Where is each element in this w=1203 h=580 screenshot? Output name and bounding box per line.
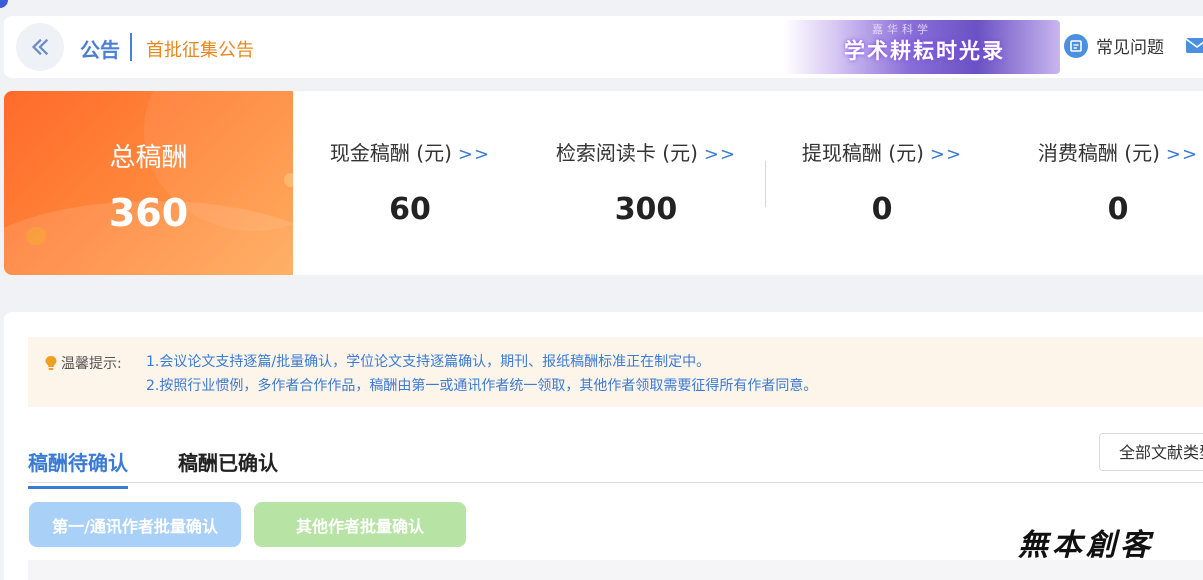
batch-confirm-first-author-button[interactable]: 第一/通讯作者批量确认 bbox=[29, 502, 241, 547]
document-type-select[interactable]: 全部文献类型 bbox=[1099, 433, 1203, 471]
consumed-royalty-label: 消费稿酬 (元) bbox=[1037, 141, 1160, 165]
reading-card-stat: 检索阅读卡 (元) >> 300 bbox=[536, 137, 756, 227]
tips-notice: 温馨提示: 1.会议论文支持逐篇/批量确认，学位论文支持逐篇确认，期刊、报纸稿酬… bbox=[28, 337, 1203, 407]
faq-label: 常见问题 bbox=[1096, 38, 1164, 58]
watermark: 無本創客 bbox=[1018, 528, 1154, 563]
faq-icon bbox=[1064, 33, 1088, 58]
coin-decoration bbox=[284, 173, 293, 187]
total-royalty-value: 360 bbox=[108, 191, 189, 235]
tab-confirmed[interactable]: 稿酬已确认 bbox=[178, 447, 278, 476]
stat-divider bbox=[765, 161, 766, 207]
withdrawn-royalty-value: 0 bbox=[871, 192, 893, 227]
cash-royalty-value: 60 bbox=[389, 192, 431, 227]
breadcrumb-announcements[interactable]: 公告 bbox=[80, 34, 120, 63]
total-royalty-label: 总稿酬 bbox=[109, 143, 188, 173]
total-royalty-card: 总稿酬 360 bbox=[4, 91, 293, 275]
consumed-royalty-stat: 消费稿酬 (元) >> 0 bbox=[1008, 137, 1203, 227]
reading-card-more-link[interactable]: >> bbox=[704, 144, 736, 165]
consumed-royalty-value: 0 bbox=[1107, 192, 1129, 227]
notice-line-2: 2.按照行业惯例，多作者合作作品，稿酬由第一或通讯作者统一领取，其他作者领取需要… bbox=[146, 378, 818, 394]
reading-card-label: 检索阅读卡 (元) bbox=[555, 141, 698, 165]
status-tabs: 稿酬待确认 稿酬已确认 bbox=[28, 439, 1203, 489]
breadcrumb-current-page: 首批征集公告 bbox=[146, 40, 254, 61]
notice-tag: 温馨提示: bbox=[44, 353, 122, 373]
lightbulb-icon bbox=[45, 356, 57, 370]
withdrawn-royalty-label: 提现稿酬 (元) bbox=[801, 141, 924, 165]
banner-title: 学术耕耘时光录 bbox=[844, 39, 1005, 63]
withdrawn-royalty-more-link[interactable]: >> bbox=[930, 144, 962, 165]
notice-title: 温馨提示: bbox=[61, 356, 122, 372]
cash-royalty-label: 现金稿酬 (元) bbox=[329, 141, 452, 165]
header-bar: 公告 首批征集公告 嘉华科学 学术耕耘时光录 常见问题 bbox=[4, 16, 1203, 78]
mail-icon[interactable] bbox=[1185, 35, 1203, 55]
promo-banner[interactable]: 嘉华科学 学术耕耘时光录 bbox=[784, 20, 1060, 74]
cash-royalty-more-link[interactable]: >> bbox=[458, 144, 490, 165]
batch-confirm-other-author-button[interactable]: 其他作者批量确认 bbox=[254, 502, 466, 547]
cash-royalty-stat: 现金稿酬 (元) >> 60 bbox=[300, 137, 520, 227]
double-chevron-left-icon bbox=[31, 38, 49, 56]
withdrawn-royalty-stat: 提现稿酬 (元) >> 0 bbox=[772, 137, 992, 227]
consumed-royalty-more-link[interactable]: >> bbox=[1166, 144, 1198, 165]
reading-card-value: 300 bbox=[614, 192, 678, 227]
corner-accent bbox=[0, 0, 8, 8]
royalty-summary: 总稿酬 360 现金稿酬 (元) >> 60 检索阅读卡 (元) >> 300 提现… bbox=[4, 91, 1203, 275]
notice-line-1: 1.会议论文支持逐篇/批量确认，学位论文支持逐篇确认，期刊、报纸稿酬标准正在制定… bbox=[146, 354, 711, 370]
tab-pending-confirmation[interactable]: 稿酬待确认 bbox=[28, 447, 128, 489]
breadcrumb-separator bbox=[130, 33, 132, 61]
faq-link[interactable]: 常见问题 bbox=[1064, 33, 1164, 58]
back-button[interactable] bbox=[16, 23, 64, 71]
